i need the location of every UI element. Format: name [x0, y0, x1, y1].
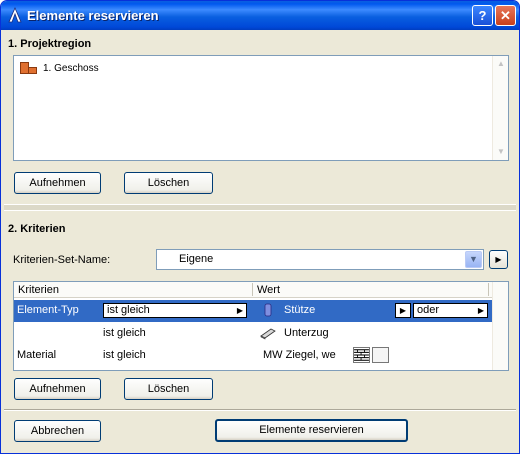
dialog-window: Elemente reservieren ? ✕ 1. Projektregio… [0, 0, 520, 454]
table-row[interactable]: ist gleich Unterzug [14, 322, 493, 344]
arrow-right-icon: ▶ [399, 306, 407, 315]
help-button[interactable]: ? [472, 5, 493, 26]
row-value: MW Ziegel, we [263, 349, 336, 361]
logic-value: oder [417, 304, 440, 316]
arrow-right-icon: ▶ [236, 306, 243, 315]
footer-separator [4, 409, 516, 411]
table-row[interactable]: Material ist gleich MW Ziegel, we [14, 344, 493, 366]
arrow-right-icon: ▶ [477, 306, 484, 315]
column-header-value: Wert [257, 284, 281, 296]
archicad-logo-icon [8, 7, 22, 23]
criteria-delete-button[interactable]: Löschen [124, 378, 213, 400]
story-icon [20, 62, 37, 74]
title-bar[interactable]: Elemente reservieren ? ✕ [1, 1, 519, 30]
window-title: Elemente reservieren [27, 8, 159, 23]
row-operator: ist gleich [103, 349, 146, 361]
column-header-criteria: Kriterien [18, 284, 59, 296]
scroll-down-icon[interactable]: ▼ [494, 145, 508, 159]
section-divider [4, 204, 516, 211]
criteria-add-button[interactable]: Aufnehmen [14, 378, 101, 400]
criteria-set-select[interactable]: Eigene ▼ [156, 249, 484, 270]
criteria-set-menu-button[interactable]: ▶ [489, 250, 508, 269]
close-button[interactable]: ✕ [495, 5, 516, 26]
value-picker-button[interactable]: ▶ [395, 303, 411, 318]
operator-select[interactable]: ist gleich ▶ [103, 303, 247, 318]
region-add-button[interactable]: Aufnehmen [14, 172, 101, 194]
table-header: Kriterien Wert [14, 282, 493, 298]
scroll-up-icon[interactable]: ▲ [494, 57, 508, 71]
brick-pattern-icon [353, 347, 370, 363]
row-criterion: Material [17, 349, 57, 361]
vertical-scrollbar[interactable]: ▲ ▼ [492, 56, 508, 160]
section-criteria-title: 2. Kriterien [8, 223, 66, 235]
list-item[interactable]: 1. Geschoss [20, 62, 99, 74]
row-value: Stütze [284, 304, 316, 316]
color-swatch [372, 347, 389, 363]
beam-icon [260, 328, 276, 340]
criteria-table[interactable]: Kriterien Wert Element-Typ ist gleich ▶ … [13, 281, 509, 371]
row-operator: ist gleich [103, 327, 146, 339]
criteria-set-name-label: Kriterien-Set-Name: [13, 254, 111, 266]
row-value: Unterzug [284, 327, 329, 339]
vertical-scrollbar[interactable] [492, 282, 508, 370]
chevron-down-icon[interactable]: ▼ [465, 251, 482, 268]
column-icon [264, 303, 272, 317]
cancel-button[interactable]: Abbrechen [14, 420, 101, 442]
row-criterion: Element-Typ [17, 304, 79, 316]
arrow-right-icon: ▶ [495, 255, 502, 264]
section-project-region-title: 1. Projektregion [8, 38, 92, 50]
criteria-set-value: Eigene [179, 253, 214, 265]
table-row[interactable]: Element-Typ ist gleich ▶ Stütze ▶ oder ▶ [14, 300, 493, 322]
list-item-label: 1. Geschoss [43, 62, 99, 74]
project-region-list[interactable]: 1. Geschoss ▲ ▼ [13, 55, 509, 161]
region-delete-button[interactable]: Löschen [124, 172, 213, 194]
reserve-elements-button[interactable]: Elemente reservieren [215, 419, 408, 442]
logic-select[interactable]: oder ▶ [413, 303, 488, 318]
operator-value: ist gleich [107, 304, 150, 316]
